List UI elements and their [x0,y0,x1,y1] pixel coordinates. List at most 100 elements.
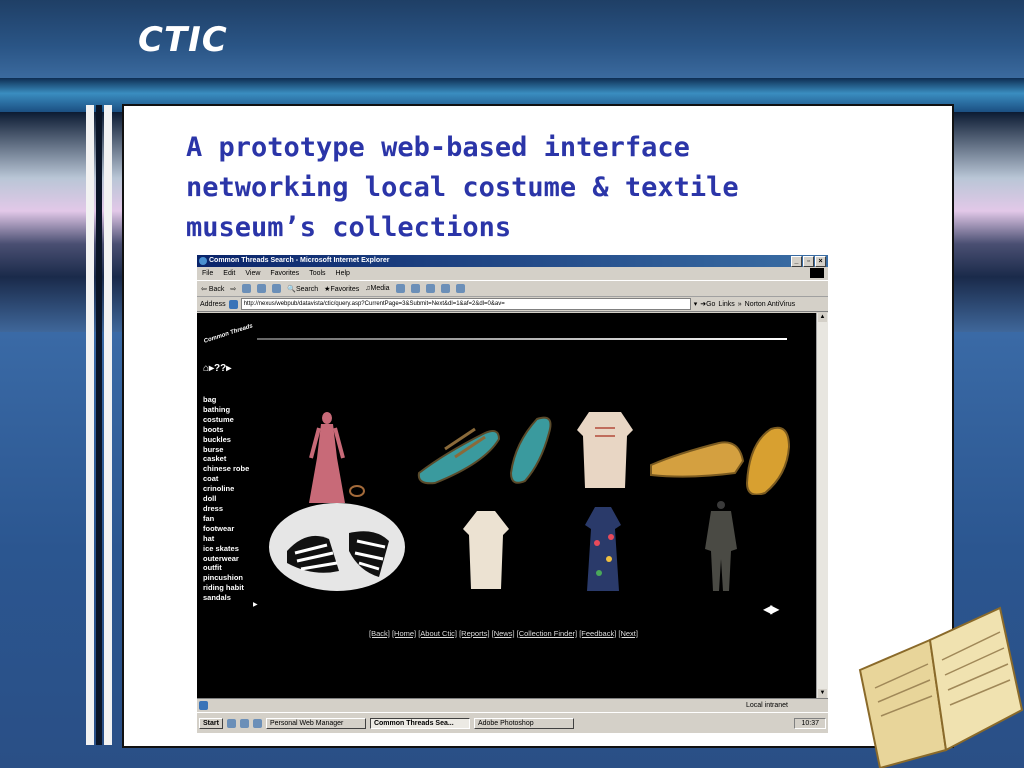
heels-thumbnail[interactable] [267,501,409,593]
favorites-label: Favorites [330,285,360,293]
scroll-up-icon[interactable]: ▲ [818,313,827,322]
taskbar-button[interactable]: Personal Web Manager [265,718,366,729]
category-item[interactable]: outfit [203,563,249,573]
page-icon [228,299,238,309]
vertical-scrollbar[interactable]: ▲ ▼ [816,313,828,698]
open-book-icon [858,606,1024,768]
print-icon[interactable] [425,284,435,293]
category-item[interactable]: hat [203,534,249,544]
browser-toolbar: ⇦ Back ⇨ 🔍Search ★Favorites ♫Media [197,281,828,297]
chevron-right-icon[interactable]: » [738,301,742,308]
link-feedback[interactable]: [Feedback] [579,629,616,638]
link-home[interactable]: [Home] [392,629,416,638]
slide-stripe-left [86,105,94,745]
category-item[interactable]: dress [203,504,249,514]
refresh-icon[interactable] [257,284,267,293]
heading-line: A prototype web-based interface [186,132,690,163]
back-button[interactable]: ⇦ Back [201,285,224,293]
category-item[interactable]: crinoline [203,484,249,494]
sandals-thumbnail[interactable] [415,413,555,485]
quicklaunch-desktop-icon[interactable] [226,719,236,728]
menu-tools[interactable]: Tools [309,267,325,280]
category-item[interactable]: boots [203,425,249,435]
category-item[interactable]: footwear [203,524,249,534]
category-item[interactable]: doll [203,494,249,504]
media-button[interactable]: ♫Media [365,285,389,292]
category-item[interactable]: pincushion [203,573,249,583]
link-next[interactable]: [Next] [618,629,638,638]
address-label: Address [200,300,226,308]
category-item[interactable]: sandals [203,593,249,603]
quicklaunch-outlook-icon[interactable] [252,719,262,728]
pager-arrows-icon[interactable]: ◀▶ [763,602,780,616]
category-item[interactable]: bag [203,395,249,405]
play-icon[interactable]: ▶ [253,601,258,608]
link-collection-finder[interactable]: [Collection Finder] [517,629,577,638]
scroll-down-icon[interactable]: ▼ [818,689,827,698]
start-button[interactable]: Start [199,718,223,729]
dress-thumbnail[interactable] [305,408,349,508]
link-reports[interactable]: [Reports] [459,629,489,638]
links-label[interactable]: Links [718,301,734,308]
go-label: Go [706,301,716,308]
status-bar: Local intranet [197,698,828,712]
forward-button[interactable]: ⇨ [230,285,236,293]
category-item[interactable]: ice skates [203,544,249,554]
edit-icon[interactable] [440,284,450,293]
window-titlebar: Common Threads Search - Microsoft Intern… [197,255,828,267]
home-icon[interactable] [272,284,282,293]
close-button[interactable]: × [815,256,826,267]
media-label: Media [370,285,390,292]
windows-logo-icon [810,268,824,278]
taskbar-button-active[interactable]: Common Threads Sea... [369,718,470,729]
quicklaunch-ie-icon[interactable] [239,719,249,728]
category-item[interactable]: coat [203,474,249,484]
floral-dress-thumbnail[interactable] [581,503,625,595]
buckle-thumbnail[interactable] [347,483,367,499]
menu-file[interactable]: File [202,267,213,280]
category-list: bag bathing costume boots buckles burse … [203,395,249,603]
category-item[interactable]: outerwear [203,554,249,564]
mail-icon[interactable] [410,284,420,293]
heading-line: networking local costume & textile [186,172,739,203]
category-item[interactable]: buckles [203,435,249,445]
norton-label[interactable]: Norton AntiVirus [745,301,795,308]
taskbar-button[interactable]: Adobe Photoshop [473,718,574,729]
category-item[interactable]: fan [203,514,249,524]
messenger-icon[interactable] [455,284,465,293]
category-item[interactable]: riding habit [203,583,249,593]
link-about[interactable]: [About Ctic] [418,629,457,638]
menu-edit[interactable]: Edit [223,267,235,280]
category-item[interactable]: burse [203,445,249,455]
gown-thumbnail[interactable] [459,509,513,591]
menu-view[interactable]: View [245,267,260,280]
shoes-thumbnail[interactable] [649,413,791,495]
maximize-button[interactable]: ▫ [803,256,814,267]
ie-icon [199,257,207,265]
menu-favorites[interactable]: Favorites [270,267,299,280]
category-item[interactable]: bathing [203,405,249,415]
home-help-icons[interactable]: ⌂▸??▸ [203,363,231,374]
address-dropdown-icon[interactable]: ▾ [694,300,698,308]
link-news[interactable]: [News] [492,629,515,638]
search-button[interactable]: 🔍Search [287,285,318,293]
address-bar: Address http://nexus/webpub/datavista/ct… [197,297,828,312]
tunic-thumbnail[interactable] [575,408,635,492]
slide-stripe-right [104,105,112,745]
favorites-button[interactable]: ★Favorites [324,285,359,293]
search-label: Search [295,285,319,293]
slide-title: CTIC [138,20,228,60]
category-item[interactable]: casket [203,454,249,464]
menu-bar: File Edit View Favorites Tools Help [197,267,828,281]
minimize-button[interactable]: _ [791,256,802,267]
stop-icon[interactable] [242,284,252,293]
history-icon[interactable] [395,284,405,293]
link-back[interactable]: [Back] [369,629,390,638]
go-button[interactable]: ➜Go [700,300,715,308]
menu-help[interactable]: Help [336,267,350,280]
suit-thumbnail[interactable] [699,499,743,593]
category-item[interactable]: chinese robe [203,464,249,474]
browser-window: Common Threads Search - Microsoft Intern… [197,255,828,733]
category-item[interactable]: costume [203,415,249,425]
address-input[interactable]: http://nexus/webpub/datavista/ctic/query… [240,298,691,310]
